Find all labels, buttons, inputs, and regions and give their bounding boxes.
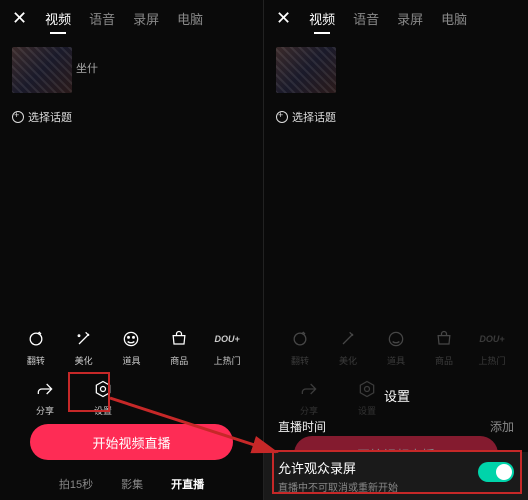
tool-share[interactable]: 分享	[290, 378, 328, 417]
close-icon[interactable]: ✕	[276, 8, 291, 29]
cover-preview[interactable]	[12, 47, 72, 93]
topic-label: 选择话题	[292, 109, 336, 125]
tool-flip[interactable]: 翻转	[281, 328, 319, 367]
bottom-tabs: 拍15秒 影集 开直播	[0, 476, 263, 492]
tool-settings[interactable]: 设置	[84, 378, 122, 417]
flip-icon	[25, 328, 47, 350]
btab-album[interactable]: 影集	[121, 476, 143, 492]
btab-live[interactable]: 开直播	[171, 476, 204, 492]
tool-goods[interactable]: 商品	[160, 328, 198, 367]
tool-row-1: 翻转 美化 道具 商品 DOU+ 上热门	[264, 328, 528, 367]
topbar: ✕ 视频 语音 录屏 电脑	[0, 0, 263, 37]
dou-icon: DOU+	[481, 328, 503, 350]
tab-pc[interactable]: 电脑	[441, 9, 467, 28]
topic-selector[interactable]: 选择话题	[276, 109, 336, 125]
cover-preview[interactable]	[276, 47, 336, 93]
flip-icon	[289, 328, 311, 350]
preview-label: 坐什	[76, 60, 98, 76]
topic-add-icon	[276, 111, 288, 123]
dou-icon: DOU+	[216, 328, 238, 350]
tool-beauty[interactable]: 美化	[329, 328, 367, 367]
toggle-allow-record[interactable]	[478, 462, 514, 482]
tab-video[interactable]: 视频	[309, 9, 335, 28]
tool-flip[interactable]: 翻转	[17, 328, 55, 367]
tool-beauty[interactable]: 美化	[65, 328, 103, 367]
settings-icon	[356, 378, 378, 400]
tool-dou[interactable]: DOU+ 上热门	[473, 328, 511, 367]
tab-pc[interactable]: 电脑	[177, 9, 203, 28]
sheet-add-label[interactable]: 添加	[490, 418, 514, 435]
topic-selector[interactable]: 选择话题	[12, 109, 72, 125]
props-icon	[385, 328, 407, 350]
settings-icon	[92, 378, 114, 400]
tool-settings[interactable]: 设置	[348, 378, 386, 417]
props-icon	[120, 328, 142, 350]
goods-icon	[433, 328, 455, 350]
tab-video[interactable]: 视频	[45, 9, 71, 28]
sheet-live-time[interactable]: 直播时间 添加	[264, 418, 528, 435]
topbar: ✕ 视频 语音 录屏 电脑	[264, 0, 528, 37]
start-live-button[interactable]: 开始视频直播	[30, 424, 233, 460]
tab-record[interactable]: 录屏	[397, 9, 423, 28]
tool-dou[interactable]: DOU+ 上热门	[208, 328, 246, 367]
screen-left: ✕ 视频 语音 录屏 电脑 坐什 选择话题 翻转 美化 道具 商品 DOU+ 上…	[0, 0, 264, 500]
beauty-icon	[337, 328, 359, 350]
tool-share[interactable]: 分享	[26, 378, 64, 417]
tool-row-2: 分享 设置	[0, 378, 263, 417]
screen-right: ✕ 视频 语音 录屏 电脑 选择话题 翻转 美化 道具 商品 DOU+ 上热门	[264, 0, 528, 500]
setting-desc: 直播中不可取消或重新开始	[278, 479, 514, 494]
setting-allow-record[interactable]: 允许观众录屏 直播中不可取消或重新开始	[264, 452, 528, 500]
goods-icon	[168, 328, 190, 350]
btab-shoot15[interactable]: 拍15秒	[59, 476, 93, 492]
tool-props[interactable]: 道具	[112, 328, 150, 367]
topic-label: 选择话题	[28, 109, 72, 125]
tool-goods[interactable]: 商品	[425, 328, 463, 367]
sheet-title: 直播时间	[278, 418, 326, 435]
settings-sheet-label: 设置	[384, 386, 410, 405]
share-icon	[34, 378, 56, 400]
tab-voice[interactable]: 语音	[353, 9, 379, 28]
share-icon	[298, 378, 320, 400]
tool-row-1: 翻转 美化 道具 商品 DOU+ 上热门	[0, 328, 263, 367]
tab-voice[interactable]: 语音	[89, 9, 115, 28]
tab-record[interactable]: 录屏	[133, 9, 159, 28]
beauty-icon	[73, 328, 95, 350]
close-icon[interactable]: ✕	[12, 8, 27, 29]
topic-add-icon	[12, 111, 24, 123]
tool-props[interactable]: 道具	[377, 328, 415, 367]
